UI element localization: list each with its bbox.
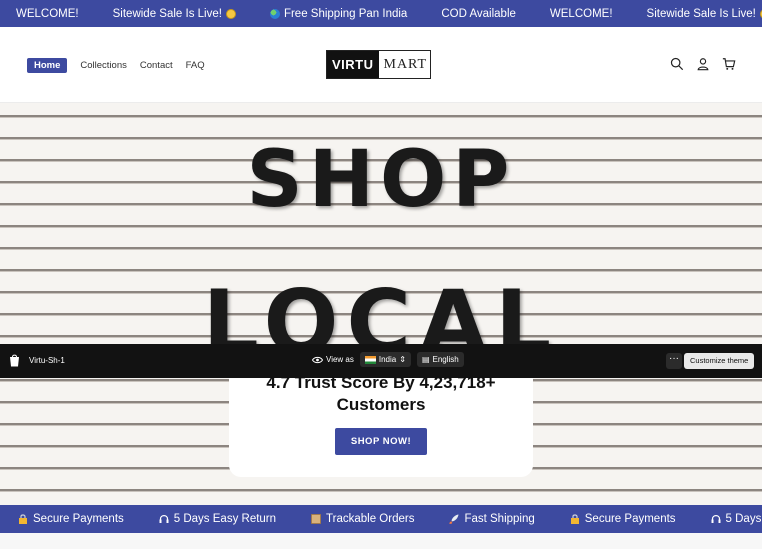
nav-contact-link[interactable]: Contact [140,60,173,71]
trust-score-heading: 4.7 Trust Score By 4,23,718+ Customers [229,372,533,416]
feature-item: Secure Payments [570,513,676,525]
feature-item: Trackable Orders [311,513,414,525]
updown-chevron-icon: ⇕ [399,355,406,364]
view-as-controls: View as India ⇕ ▤ English [312,352,464,367]
globe-emoji-icon [269,8,280,19]
smiley-emoji-icon [225,8,236,19]
feature-item: Secure Payments [18,513,124,525]
trust-card: 4.7 Trust Score By 4,23,718+ Customers S… [229,373,533,477]
india-flag-icon [364,355,376,364]
headset-icon [159,515,169,523]
country-select[interactable]: India ⇕ [359,352,411,367]
nav-faq-link[interactable]: FAQ [186,60,205,71]
header-actions [670,57,736,71]
view-as-label: View as [312,355,354,364]
logo-text-left: VIRTU [327,51,379,78]
shop-now-button[interactable]: SHOP NOW! [335,428,427,455]
announcement-item: Free Shipping Pan India [269,8,407,20]
translate-icon: ▤ [421,355,430,364]
site-header: Home Collections Contact FAQ VIRTU MART [0,27,762,103]
hero-text-line1: SHOP [246,135,516,225]
lock-icon [570,514,579,524]
announcement-item: Sitewide Sale Is Live! [113,8,236,20]
language-select[interactable]: ▤ English [416,352,464,367]
search-icon[interactable] [670,57,684,71]
nav-collections-link[interactable]: Collections [80,60,126,71]
trust-score-line1: 4.7 Trust Score By 4,23,718+ [266,373,496,392]
customize-theme-button[interactable]: Customize theme [684,353,755,369]
announcement-item: WELCOME! [549,7,613,20]
site-logo[interactable]: VIRTU MART [326,50,431,79]
page-bottom-strip [0,533,762,549]
store-name: Virtu-Sh-1 [29,356,65,365]
box-icon [311,514,321,524]
announcement-bar: WELCOME! Sitewide Sale Is Live! Free Shi… [0,0,762,27]
shopify-bag-icon [10,354,19,367]
announcement-item: COD Available [441,7,516,20]
eye-icon [312,356,323,363]
logo-text-right: MART [383,56,428,72]
announcement-item: WELCOME! [16,7,79,20]
more-options-button[interactable]: ··· [666,353,682,369]
features-track: Secure Payments 5 Days Easy Return Track… [18,505,762,533]
nav-home-link[interactable]: Home [27,58,68,73]
cart-icon[interactable] [722,57,736,71]
account-icon[interactable] [696,57,710,71]
headset-icon [711,515,721,523]
announcement-track: WELCOME! Sitewide Sale Is Live! Free Shi… [16,0,762,27]
lock-icon [19,514,27,524]
feature-item: Fast Shipping [449,513,535,525]
feature-item: 5 Days Easy Return [159,513,276,525]
trust-score-line2: Customers [336,395,426,414]
announcement-item: Sitewide Sale Is Live! [647,8,762,20]
main-nav: Home Collections Contact FAQ [27,58,205,73]
feature-item: 5 Days E [711,513,762,525]
features-bar: Secure Payments 5 Days Easy Return Track… [0,505,762,533]
rocket-icon [449,514,459,524]
